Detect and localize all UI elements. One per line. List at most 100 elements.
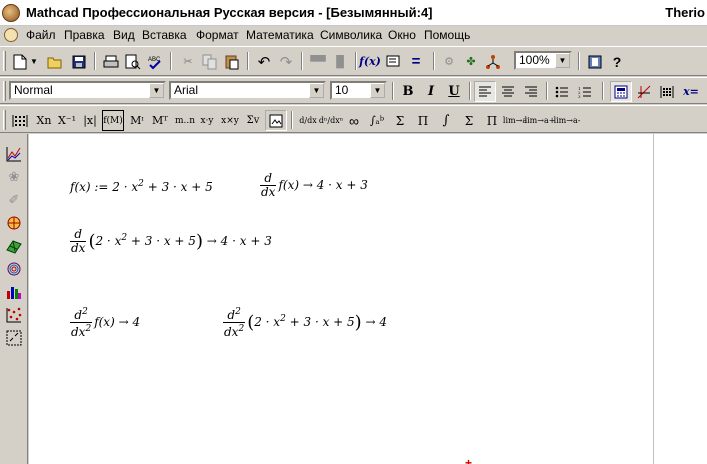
insert-unit-icon[interactable] bbox=[383, 51, 405, 72]
insert-matrix-icon[interactable] bbox=[9, 110, 31, 131]
menu-symbolics[interactable]: Символика bbox=[320, 28, 382, 42]
cut-scissors-icon[interactable]: ✂ bbox=[177, 51, 199, 72]
range-variable-icon[interactable]: m..n bbox=[172, 110, 198, 131]
range-product-icon[interactable]: Π bbox=[481, 110, 503, 131]
document-system-icon[interactable] bbox=[4, 28, 18, 42]
toolbar-grip[interactable] bbox=[3, 110, 6, 130]
new-document-icon[interactable] bbox=[9, 51, 31, 72]
new-dropdown-chevron-icon[interactable]: ▼ bbox=[29, 51, 39, 72]
polar-graph-icon[interactable] bbox=[3, 212, 25, 234]
insert-component-icon[interactable]: ⚙ bbox=[438, 51, 460, 72]
toolbar-grip[interactable] bbox=[3, 81, 6, 101]
insertion-crosshair-icon: + bbox=[465, 456, 473, 464]
surface-plot-icon[interactable]: ✐ bbox=[3, 189, 25, 211]
help-question-icon[interactable]: ? bbox=[606, 51, 628, 72]
window-title: Mathcad Профессиональная Русская версия … bbox=[26, 5, 433, 20]
dot-product-icon[interactable]: x·y bbox=[196, 110, 218, 131]
font-size-chevron-down-icon[interactable]: ▼ bbox=[370, 83, 385, 98]
math-palette: ❀ ✐ bbox=[0, 134, 28, 464]
print-preview-icon[interactable] bbox=[122, 51, 144, 72]
function-definition[interactable]: f(x) := 2 · x2 + 3 · x + 5 bbox=[70, 179, 213, 194]
mathcad-logo-icon[interactable] bbox=[2, 4, 20, 22]
font-size-select[interactable]: 10 ▼ bbox=[330, 81, 387, 100]
derivative-icon[interactable]: d/dx bbox=[297, 110, 319, 131]
align-across-icon[interactable]: ▀▀ bbox=[307, 51, 329, 72]
calculator-toolbar-icon[interactable] bbox=[610, 81, 632, 102]
spell-check-icon[interactable]: ABC bbox=[144, 51, 166, 72]
polar-plot-icon[interactable]: ❀ bbox=[3, 166, 25, 188]
vectorize-icon[interactable]: f(M) bbox=[102, 110, 124, 131]
redo-arrow-icon[interactable]: ↷ bbox=[275, 51, 297, 72]
menu-file[interactable]: Файл bbox=[26, 28, 56, 42]
derivative-of-f[interactable]: d dx f(x) → 4 · x + 3 bbox=[260, 172, 368, 199]
vector-sum-icon[interactable]: Σv bbox=[242, 110, 264, 131]
second-derivative-of-f[interactable]: d2 dx2 f(x) → 4 bbox=[70, 306, 140, 339]
undo-arrow-icon[interactable]: ↶ bbox=[253, 51, 275, 72]
align-left-icon[interactable] bbox=[474, 81, 496, 102]
paste-clipboard-icon[interactable] bbox=[221, 51, 243, 72]
numbered-list-icon[interactable]: 123 bbox=[574, 81, 596, 102]
derivative-of-polynomial[interactable]: d dx (2 · x2 + 3 · x + 5) → 4 · x + 3 bbox=[70, 228, 272, 255]
menu-format[interactable]: Формат bbox=[196, 28, 239, 42]
copy-icon[interactable] bbox=[199, 51, 221, 72]
resource-book-icon[interactable] bbox=[584, 51, 606, 72]
indefinite-integral-icon[interactable]: ∫ bbox=[435, 110, 457, 131]
inverse-icon[interactable]: X⁻¹ bbox=[56, 110, 78, 131]
product-icon[interactable]: Π bbox=[412, 110, 434, 131]
font-select[interactable]: Arial ▼ bbox=[169, 81, 326, 100]
style-chevron-down-icon[interactable]: ▼ bbox=[149, 83, 164, 98]
font-chevron-down-icon[interactable]: ▼ bbox=[309, 83, 324, 98]
align-down-icon[interactable]: ▐▌ bbox=[329, 51, 351, 72]
bold-button[interactable]: B bbox=[397, 81, 419, 102]
nth-derivative-icon[interactable]: dⁿ/dxⁿ bbox=[319, 110, 343, 131]
infinity-icon[interactable]: ∞ bbox=[343, 110, 365, 131]
insert-function-icon[interactable]: f(x) bbox=[359, 51, 381, 72]
column-icon[interactable]: Mᶦ bbox=[126, 110, 148, 131]
align-right-icon[interactable] bbox=[520, 81, 542, 102]
menu-view[interactable]: Вид bbox=[113, 28, 135, 42]
calculate-equals-icon[interactable]: = bbox=[405, 51, 427, 72]
picture-icon[interactable] bbox=[265, 110, 287, 131]
resource-center-icon[interactable] bbox=[482, 51, 504, 72]
transpose-icon[interactable]: Mᵀ bbox=[149, 110, 171, 131]
window-title-overflow: Therio bbox=[665, 5, 705, 20]
zoom-chevron-down-icon[interactable]: ▼ bbox=[555, 53, 570, 68]
save-disk-icon[interactable] bbox=[68, 51, 90, 72]
limit-icon[interactable]: lim→a bbox=[503, 110, 527, 131]
vector-field-icon[interactable] bbox=[3, 327, 25, 349]
open-folder-icon[interactable] bbox=[44, 51, 66, 72]
determinant-icon[interactable]: |x| bbox=[79, 110, 101, 131]
bar-plot-3d-icon[interactable] bbox=[3, 281, 25, 303]
second-derivative-of-polynomial[interactable]: d2 dx2 (2 · x2 + 3 · x + 5) → 4 bbox=[223, 306, 387, 339]
menu-window[interactable]: Окно bbox=[388, 28, 416, 42]
style-select[interactable]: Normal ▼ bbox=[9, 81, 166, 100]
matrix-toolbar-icon[interactable] bbox=[656, 81, 678, 102]
menu-edit[interactable]: Правка bbox=[64, 28, 105, 42]
italic-button[interactable]: I bbox=[420, 81, 442, 102]
zoom-select[interactable]: 100% ▼ bbox=[514, 51, 572, 70]
worksheet[interactable]: f(x) := 2 · x2 + 3 · x + 5 d dx f(x) → 4 ·… bbox=[29, 134, 707, 464]
graph-palette-icon[interactable] bbox=[3, 143, 25, 165]
run-mathconnex-icon[interactable]: ✤ bbox=[460, 51, 482, 72]
underline-button[interactable]: U bbox=[443, 81, 465, 102]
scatter-plot-icon[interactable] bbox=[3, 304, 25, 326]
subscript-icon[interactable]: Xn bbox=[33, 110, 55, 131]
menu-insert[interactable]: Вставка bbox=[142, 28, 187, 42]
surface-graph-icon[interactable] bbox=[3, 235, 25, 257]
range-sum-icon[interactable]: Σ bbox=[458, 110, 480, 131]
left-limit-icon[interactable]: lim→a- bbox=[554, 110, 581, 131]
toolbar-grip[interactable] bbox=[3, 51, 6, 71]
menu-help[interactable]: Помощь bbox=[424, 28, 470, 42]
math-toolbar: Xn X⁻¹ |x| f(M) Mᶦ Mᵀ m..n x·y x×y Σv d/… bbox=[0, 105, 707, 133]
menu-math[interactable]: Математика bbox=[246, 28, 314, 42]
contour-plot-icon[interactable] bbox=[3, 258, 25, 280]
definite-integral-icon[interactable]: ∫ₐᵇ bbox=[366, 110, 388, 131]
evaluation-toolbar-icon[interactable]: x= bbox=[680, 81, 702, 102]
summation-icon[interactable]: Σ bbox=[389, 110, 411, 131]
align-center-icon[interactable] bbox=[497, 81, 519, 102]
bulleted-list-icon[interactable] bbox=[551, 81, 573, 102]
print-icon[interactable] bbox=[100, 51, 122, 72]
cross-product-icon[interactable]: x×y bbox=[219, 110, 241, 131]
right-limit-icon[interactable]: lim→a+ bbox=[525, 110, 556, 131]
graph-toolbar-icon[interactable] bbox=[633, 81, 655, 102]
